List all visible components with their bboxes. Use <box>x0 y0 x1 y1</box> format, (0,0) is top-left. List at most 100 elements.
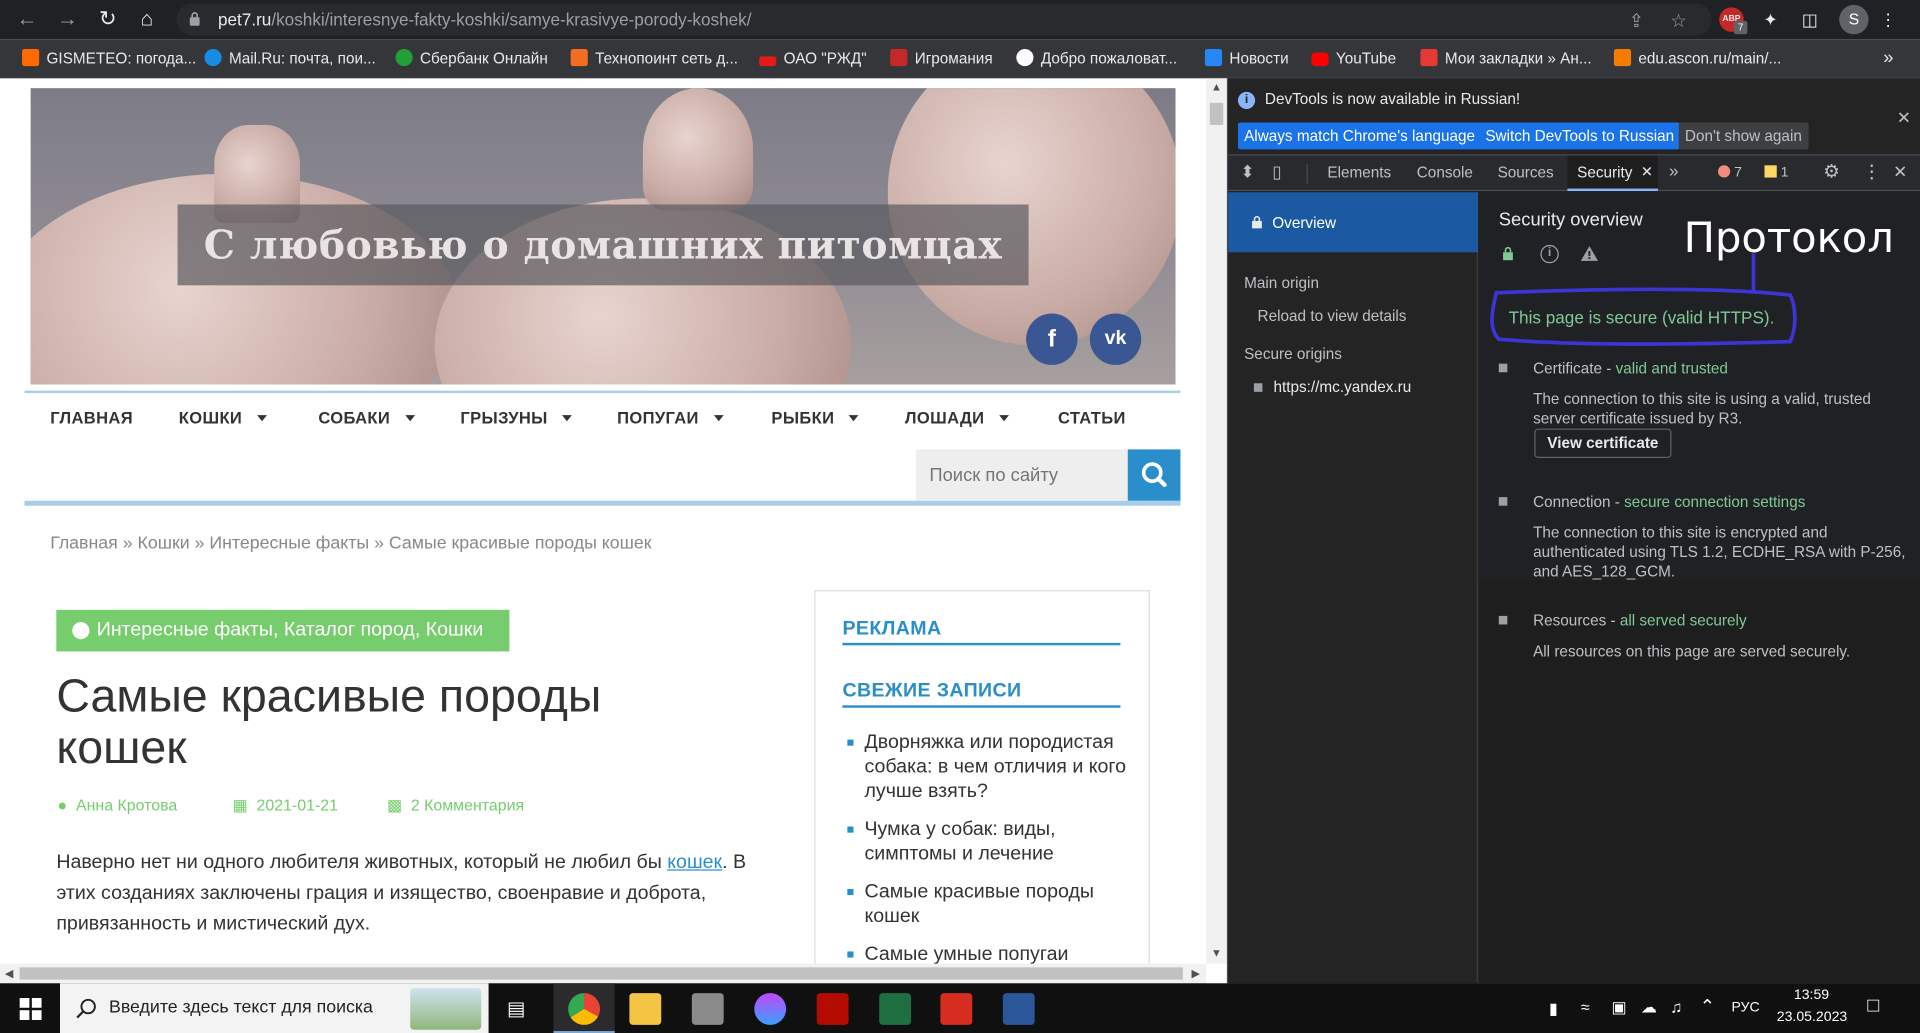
scroll-up-icon[interactable]: ▲ <box>1211 81 1222 93</box>
tab-elements[interactable]: Elements <box>1327 164 1391 181</box>
bookmark-ascon[interactable]: edu.ascon.ru/main/... <box>1613 48 1781 69</box>
view-certificate-button[interactable]: View certificate <box>1534 428 1672 458</box>
battery-icon[interactable]: ▮ <box>1549 999 1558 1019</box>
match-language-button[interactable]: Always match Chrome's language <box>1237 122 1482 150</box>
sidepanel-icon[interactable]: ◫ <box>1798 7 1822 31</box>
speaker-icon[interactable]: ♫ <box>1670 998 1682 1016</box>
menu-item-dogs[interactable]: СОБАКИ <box>318 409 415 427</box>
recent-post-link[interactable]: Самые красивые породы кошек <box>847 880 1140 929</box>
connection-description: The connection to this site is encrypted… <box>1533 524 1906 581</box>
recent-post-link[interactable]: Чумка у собак: виды, симптомы и лечение <box>847 818 1140 867</box>
task-view-icon[interactable]: ▤ <box>507 997 526 1021</box>
taskbar-search[interactable]: Введите здесь текст для поиска <box>60 983 489 1033</box>
kebab-icon[interactable]: ⋮ <box>1862 160 1880 183</box>
file-explorer-icon[interactable] <box>629 993 662 1025</box>
kebab-icon[interactable]: ⋮ <box>1876 7 1900 31</box>
breadcrumb[interactable]: Главная » Кошки » Интересные факты » Сам… <box>50 534 651 554</box>
post-comments[interactable]: ▩ 2 Комментария <box>387 796 524 816</box>
menu-item-horses[interactable]: ЛОШАДИ <box>905 409 1009 427</box>
scroll-thumb[interactable] <box>1209 102 1224 125</box>
certificate-status: Certificate - valid and trusted <box>1533 360 1728 378</box>
clock-time[interactable]: 13:59 <box>1794 988 1829 1003</box>
close-devtools-icon[interactable]: ✕ <box>1893 162 1907 183</box>
inspect-icon[interactable]: ⬍ <box>1240 162 1254 183</box>
post-author[interactable]: ● Анна Кротова <box>58 796 178 814</box>
home-icon[interactable]: ⌂ <box>135 7 159 31</box>
address-bar[interactable]: pet7.ru/koshki/interesnye-fakty-koshki/s… <box>176 3 1712 36</box>
warning-count[interactable]: 1 <box>1764 162 1789 184</box>
back-icon[interactable]: ← <box>15 7 39 31</box>
facebook-icon[interactable]: f <box>1026 313 1078 365</box>
bookmark-vk-news[interactable]: Новости <box>1204 48 1289 69</box>
bookmark-rzd[interactable]: ОАО "РЖД" <box>759 49 867 69</box>
chevron-up-icon[interactable]: ⌃ <box>1700 996 1715 1018</box>
windows-start-icon[interactable] <box>19 997 42 1021</box>
reload-details-item[interactable]: Reload to view details <box>1258 307 1407 324</box>
bookmarks-overflow-icon[interactable]: » <box>1883 48 1893 69</box>
menu-item-rodents[interactable]: ГРЫЗУНЫ <box>460 409 573 427</box>
url-text[interactable]: pet7.ru/koshki/interesnye-fakty-koshki/s… <box>218 10 752 30</box>
menu-item-cats[interactable]: КОШКИ <box>179 409 267 427</box>
device-toolbar-icon[interactable]: ▯ <box>1272 162 1281 183</box>
language-indicator[interactable]: РУС <box>1731 1000 1759 1015</box>
bookmark-technopoint[interactable]: Технопоинт сеть д... <box>570 48 738 69</box>
sidebar-item-overview[interactable]: Overview <box>1228 192 1478 253</box>
vertical-scrollbar[interactable] <box>1206 78 1227 964</box>
word-icon[interactable] <box>1002 993 1035 1025</box>
clock-date[interactable]: 23.05.2023 <box>1777 1010 1847 1025</box>
site-search-input[interactable] <box>915 449 1128 501</box>
close-tab-icon[interactable]: ✕ <box>1641 163 1653 180</box>
error-count[interactable]: 7 <box>1717 162 1742 184</box>
close-icon[interactable]: ✕ <box>1897 108 1911 129</box>
tab-security[interactable]: Security ✕ <box>1567 155 1658 192</box>
usb-icon[interactable]: ▣ <box>1611 998 1626 1018</box>
puzzle-icon[interactable]: ✦ <box>1758 7 1782 31</box>
caret-down-icon <box>713 415 724 422</box>
menu-item-home[interactable]: ГЛАВНАЯ <box>50 409 133 427</box>
scroll-right-icon[interactable]: ▶ <box>1191 967 1199 980</box>
menu-item-articles[interactable]: СТАТЬИ <box>1058 409 1126 427</box>
acrobat-icon[interactable] <box>816 993 849 1025</box>
search-button[interactable] <box>1127 449 1181 501</box>
scroll-down-icon[interactable]: ▼ <box>1211 947 1222 959</box>
forward-icon[interactable]: → <box>55 7 79 31</box>
wifi-icon[interactable]: ≈ <box>1581 998 1590 1016</box>
cats-link[interactable]: кошек <box>667 852 722 873</box>
bookmark-sberbank[interactable]: Сбербанк Онлайн <box>395 48 548 69</box>
chrome-icon[interactable] <box>568 993 601 1025</box>
menu-item-fish[interactable]: РЫБКИ <box>771 409 859 427</box>
avatar[interactable]: S <box>1839 4 1869 35</box>
share-icon[interactable]: ⇪ <box>1629 10 1644 32</box>
caret-down-icon <box>404 415 415 422</box>
lock-icon[interactable] <box>189 11 201 27</box>
star-icon[interactable]: ☆ <box>1670 10 1686 32</box>
switch-russian-button[interactable]: Switch DevTools to Russian <box>1479 122 1681 150</box>
tab-sources[interactable]: Sources <box>1498 164 1554 181</box>
search-highlight-image <box>410 988 482 1030</box>
gear-icon[interactable]: ⚙ <box>1823 160 1839 183</box>
bookmark-mailru[interactable]: Mail.Ru: почта, пои... <box>204 48 376 69</box>
menu-item-parrots[interactable]: ПОПУГАИ <box>617 409 724 427</box>
dont-show-button[interactable]: Don't show again <box>1678 122 1808 150</box>
category-badge[interactable]: Интересные факты, Каталог пород, Кошки <box>56 609 510 652</box>
calculator-icon[interactable] <box>691 993 724 1025</box>
scroll-thumb[interactable] <box>19 967 1183 980</box>
recent-post-link[interactable]: Дворняжка или породистая собака: в чем о… <box>847 731 1140 804</box>
bookmark-gismeteo[interactable]: GISMETEO: погода... <box>22 48 196 69</box>
scroll-left-icon[interactable]: ◀ <box>5 967 13 980</box>
origin-item[interactable]: https://mc.yandex.ru <box>1273 378 1411 395</box>
autocad-icon[interactable] <box>940 993 973 1025</box>
more-tabs-icon[interactable]: » <box>1669 160 1679 180</box>
reload-icon[interactable]: ↻ <box>96 7 120 31</box>
bookmark-my-bookmarks[interactable]: Мои закладки » Ан... <box>1420 48 1592 69</box>
excel-icon[interactable] <box>879 993 912 1025</box>
vk-icon[interactable]: vk <box>1089 313 1142 365</box>
tab-console[interactable]: Console <box>1417 164 1473 181</box>
cloud-icon[interactable]: ☁ <box>1641 998 1657 1018</box>
notifications-icon[interactable]: □ <box>1867 996 1879 1018</box>
site-title[interactable]: С любовью о домашних питомцах <box>177 204 1029 286</box>
bookmark-steam[interactable]: Добро пожаловат... <box>1016 48 1177 69</box>
bookmark-igromania[interactable]: Игромания <box>890 48 993 69</box>
bookmark-youtube[interactable]: YouTube <box>1311 49 1396 69</box>
paint-icon[interactable] <box>754 993 787 1025</box>
